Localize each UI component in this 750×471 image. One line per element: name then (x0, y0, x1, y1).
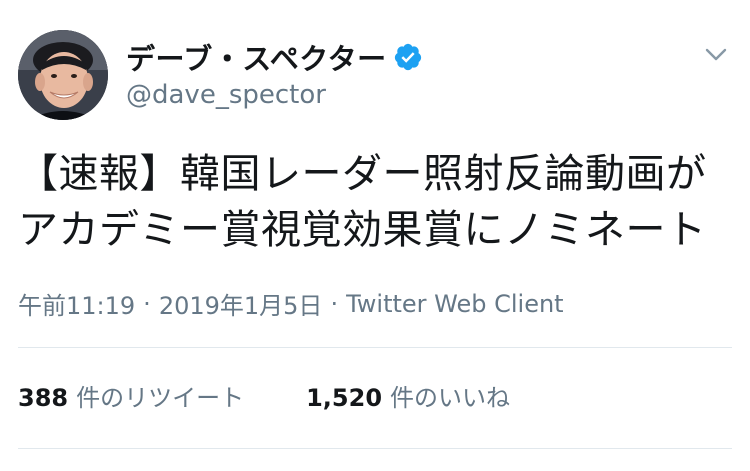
likes-label: 件のいいね (390, 384, 511, 412)
retweets-label: 件のリツイート (76, 384, 245, 412)
display-name[interactable]: デーブ・スペクター (126, 36, 387, 78)
meta-separator: · (143, 289, 151, 318)
tweet-time[interactable]: 午前11:19 (18, 286, 135, 321)
tweet-source[interactable]: Twitter Web Client (346, 290, 564, 318)
likes-count: 1,520 (306, 384, 383, 412)
user-handle[interactable]: @dave_spector (126, 80, 326, 110)
meta-separator: · (330, 289, 339, 318)
tweet-meta: 午前11:19 · 2019年1月5日 · Twitter Web Client (18, 286, 564, 321)
likes-stat[interactable]: 1,520 件のいいね (306, 378, 510, 413)
chevron-down-icon[interactable] (702, 40, 730, 68)
tweet-text: 【速報】韓国レーダー照射反論動画が アカデミー賞視覚効果賞にノミネート (18, 151, 707, 253)
user-name-row[interactable]: デーブ・スペクター (126, 36, 423, 78)
tweet-detail: デーブ・スペクター @dave_spector 【速報】韓国レーダー照射反論動画… (0, 0, 750, 471)
tweet-stats: 388 件のリツイート 1,520 件のいいね (18, 378, 510, 413)
avatar[interactable] (18, 30, 108, 120)
retweets-stat[interactable]: 388 件のリツイート (18, 378, 244, 413)
divider (18, 448, 732, 449)
retweets-count: 388 (18, 384, 69, 412)
tweet-date[interactable]: 2019年1月5日 (159, 286, 323, 321)
divider (18, 347, 732, 348)
avatar-image (18, 30, 108, 120)
verified-badge-icon (393, 42, 423, 72)
